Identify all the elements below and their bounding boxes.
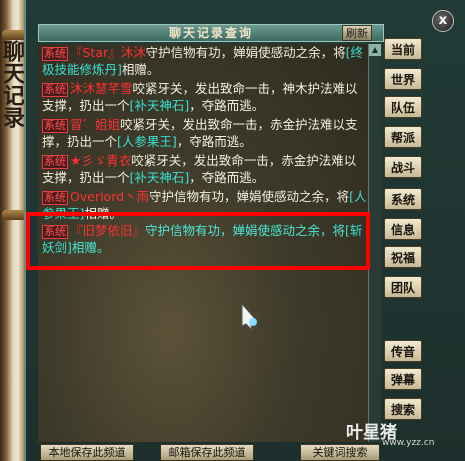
title-bar: 聊天记录查询: [38, 24, 384, 42]
window-title: 聊天记录查询: [168, 26, 253, 40]
watermark: 叶星猪 www.yzz.cn: [346, 418, 458, 452]
message-text: ，夺路而逃。: [189, 98, 265, 113]
message-text: ，夺路而逃。: [189, 170, 265, 185]
refresh-button[interactable]: 刷新: [342, 25, 372, 41]
tab-current[interactable]: 当前: [384, 38, 422, 60]
watermark-sub: www.yzz.cn: [382, 438, 435, 448]
message-text: 余，将: [311, 189, 350, 204]
message-text: ，夺路而逃。: [176, 134, 252, 149]
tab-barrage[interactable]: 弹幕: [384, 368, 422, 390]
save-email-button[interactable]: 邮箱保存此频道: [160, 444, 254, 461]
chat-message: 系统 ★彡ゞ青衣咬紧牙关，发出致命一击，赤金护法难以支撑，扔出一个[补天神石]，夺…: [42, 152, 368, 186]
highlight-box: [26, 212, 370, 270]
tab-info[interactable]: 信息: [384, 218, 422, 240]
item-link[interactable]: [补天神石]: [130, 170, 190, 185]
player-name[interactable]: 『Star』沐沐: [70, 45, 146, 60]
tab-whisper[interactable]: 传音: [384, 340, 422, 362]
message-text: 余，将: [308, 45, 346, 60]
chat-message: 系统 冒゛姐姐咬紧牙关，发出致命一击，赤金护法难以支撑，扔出一个[人参果王]，夺路…: [42, 116, 368, 150]
player-name[interactable]: 冒゛姐姐: [70, 117, 120, 132]
tab-battle[interactable]: 战斗: [384, 156, 422, 178]
tab-world[interactable]: 世界: [384, 68, 422, 90]
player-name[interactable]: 沐沐慧芊雪: [70, 81, 133, 96]
message-text: 咬紧牙关，发出致命一击，赤金护: [131, 153, 319, 168]
system-tag: 系统: [42, 47, 68, 61]
chat-message: 系统 『Star』沐沐守护信物有功，婵娟使感动之余，将[终极技能修炼丹]相赠。: [42, 44, 368, 78]
item-link[interactable]: [补天神石]: [130, 98, 190, 113]
save-local-button[interactable]: 本地保存此频道: [40, 444, 134, 461]
cursor-gem-icon: [241, 302, 257, 332]
chat-message: 系统 沐沐慧芊雪咬紧牙关，发出致命一击，神木护法难以支撑，扔出一个[补天神石]，夺…: [42, 80, 368, 114]
close-icon[interactable]: x: [432, 10, 454, 32]
message-text: 守护信物有功，婵娟使感动之: [145, 45, 309, 60]
message-text: 咬紧牙关，发出致命一击，神木护: [132, 81, 321, 96]
system-tag: 系统: [42, 155, 68, 169]
tab-team[interactable]: 队伍: [384, 96, 422, 118]
tab-blessing[interactable]: 祝福: [384, 246, 422, 268]
system-tag: 系统: [42, 119, 68, 133]
message-text: 相赠。: [121, 62, 160, 77]
tab-group[interactable]: 团队: [384, 276, 422, 298]
tab-search[interactable]: 搜索: [384, 398, 422, 420]
item-link[interactable]: [人参果王]: [117, 134, 177, 149]
system-tag: 系统: [42, 83, 68, 97]
message-text: 咬紧牙关，发出致命一击，赤金护: [120, 117, 308, 132]
player-name[interactable]: ★彡ゞ青衣: [70, 153, 131, 168]
tab-guild[interactable]: 帮派: [384, 126, 422, 148]
scroll-up-icon[interactable]: ▲: [369, 44, 381, 56]
system-tag: 系统: [42, 191, 68, 205]
player-name[interactable]: Overlord丶雨: [70, 189, 149, 204]
message-text: 守护信物有功，婵娟使感动之: [149, 189, 312, 204]
tab-system[interactable]: 系统: [384, 188, 422, 210]
